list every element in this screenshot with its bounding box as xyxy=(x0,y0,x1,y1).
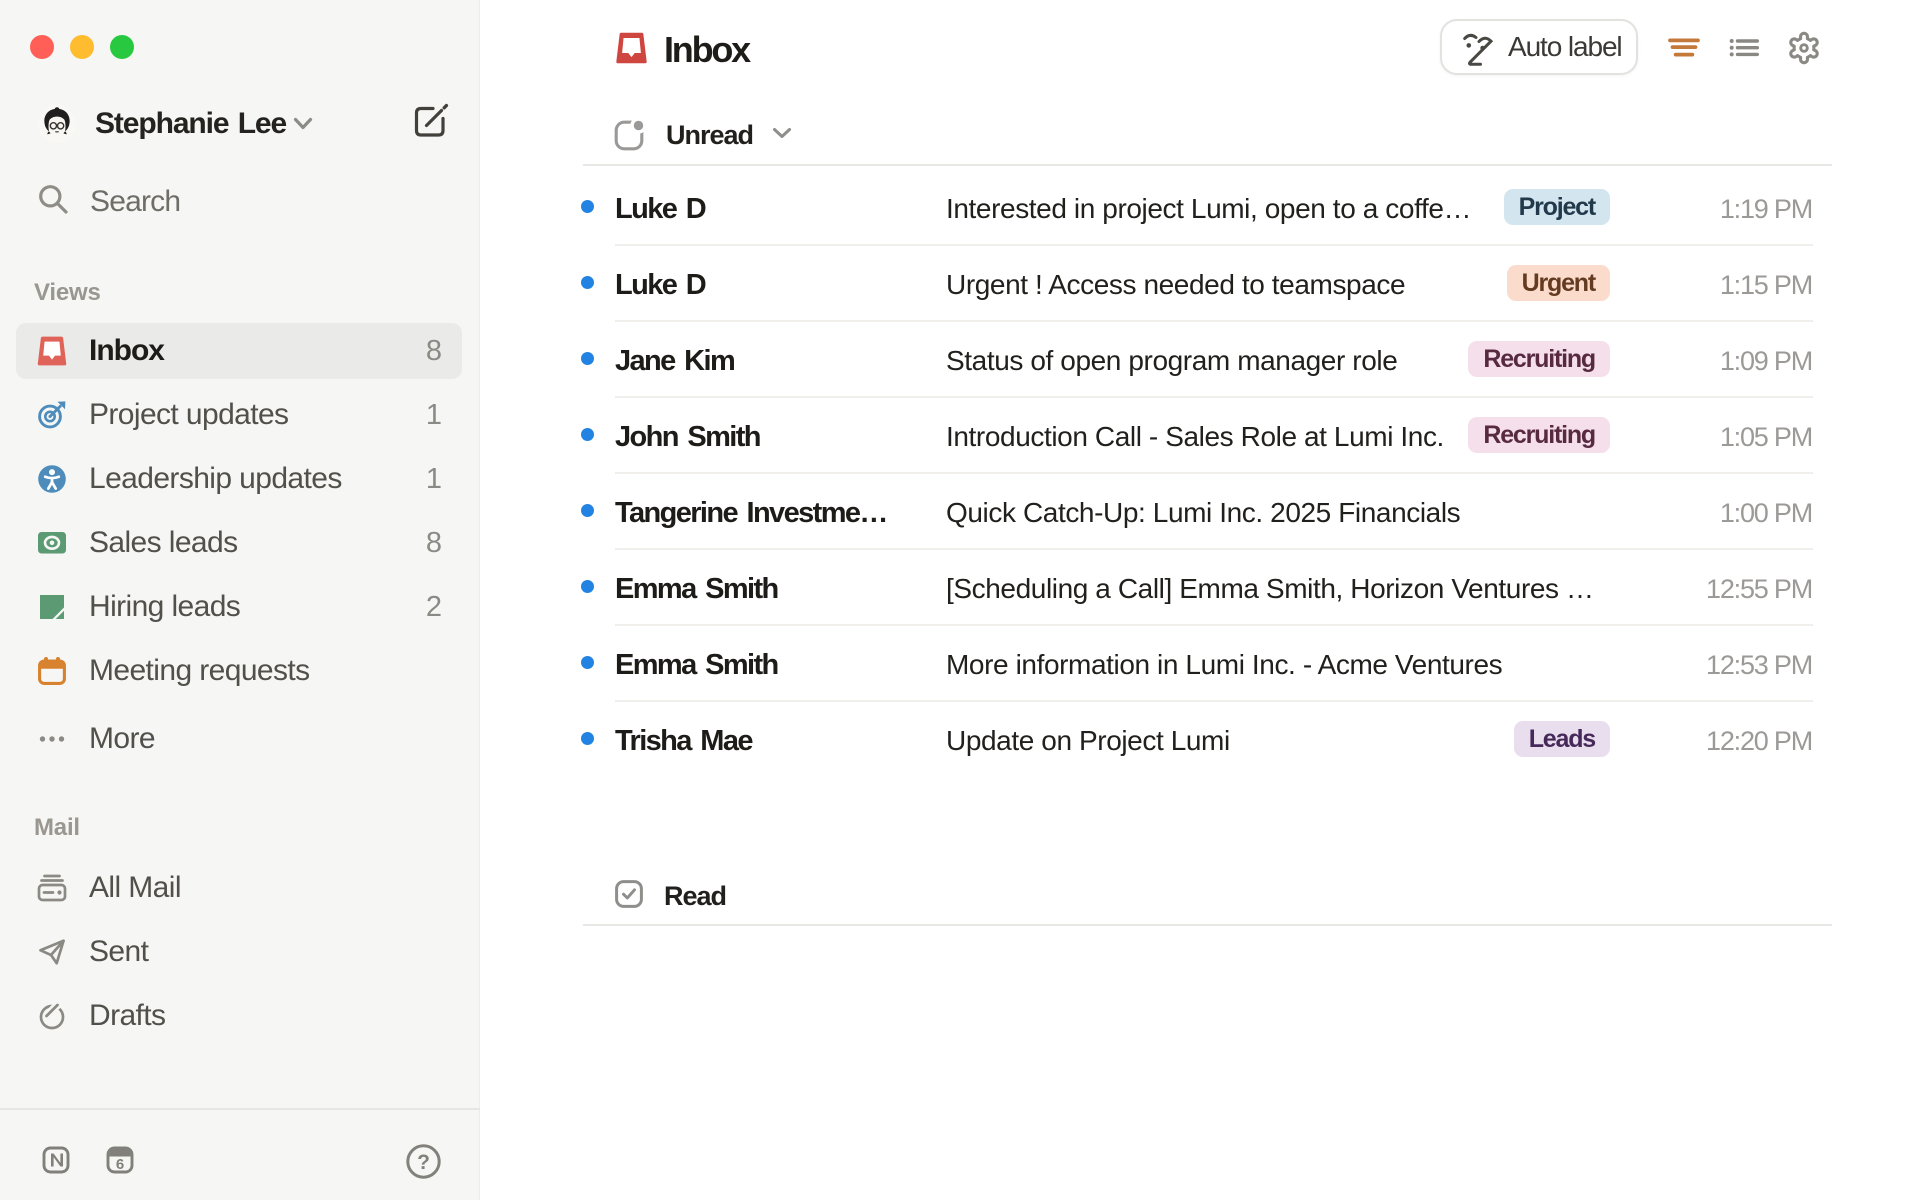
svg-text:6: 6 xyxy=(116,1156,124,1173)
svg-text:?: ? xyxy=(417,1151,430,1174)
